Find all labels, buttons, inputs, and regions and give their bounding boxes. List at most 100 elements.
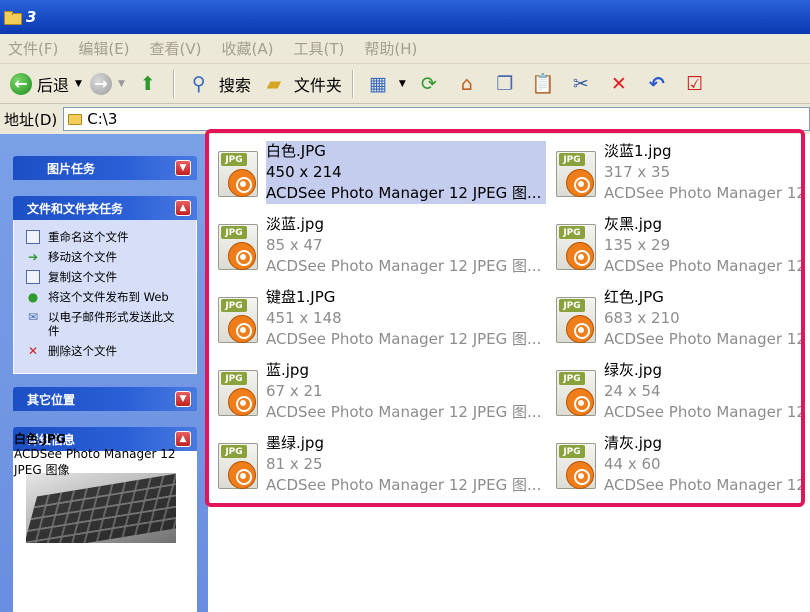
- file-item[interactable]: JPG 淡蓝1.jpg 317 x 35 ACDSee Photo Manage…: [552, 141, 804, 207]
- file-type: ACDSee Photo Manager 12 JPEG 图...: [266, 257, 542, 275]
- file-item[interactable]: JPG 红色.JPG 683 x 210 ACDSee Photo Manage…: [552, 287, 804, 353]
- address-label: 地址(D): [4, 110, 58, 129]
- file-dimensions: 85 x 47: [266, 236, 323, 254]
- paste-icon: 📋: [530, 73, 555, 95]
- file-name: 红色.JPG: [604, 288, 664, 306]
- task-rename[interactable]: 重命名这个文件: [26, 230, 196, 244]
- title-bar[interactable]: 3: [0, 0, 810, 34]
- task-move[interactable]: ➔ 移动这个文件: [26, 250, 196, 264]
- file-tasks-title: 文件和文件夹任务: [27, 201, 124, 216]
- file-type: ACDSee Photo Manager 12: [604, 257, 804, 275]
- back-dropdown-icon[interactable]: ▼: [75, 79, 82, 89]
- sync-button[interactable]: ⟳: [410, 69, 448, 99]
- task-label: 移动这个文件: [48, 250, 117, 264]
- menu-bar: 文件(F) 编辑(E) 查看(V) 收藏(A) 工具(T) 帮助(H): [0, 34, 810, 64]
- copy-icon: [26, 270, 40, 284]
- other-places-header[interactable]: 其它位置 ▼: [13, 387, 197, 411]
- up-folder-button[interactable]: ⬆: [129, 69, 167, 99]
- file-item[interactable]: JPG 清灰.jpg 44 x 60 ACDSee Photo Manager …: [552, 433, 804, 499]
- back-button[interactable]: ← 后退 ▼: [6, 69, 86, 99]
- file-name: 淡蓝1.jpg: [604, 142, 672, 160]
- file-type: ACDSee Photo Manager 12 JPEG 图...: [266, 330, 542, 348]
- file-item[interactable]: JPG 淡蓝.jpg 85 x 47 ACDSee Photo Manager …: [214, 214, 544, 280]
- jpg-file-icon: JPG: [556, 370, 598, 418]
- folders-button[interactable]: ▰ 文件夹: [255, 69, 346, 99]
- search-button[interactable]: ⚲ 搜索: [180, 69, 255, 99]
- delete-button[interactable]: ✕: [600, 69, 638, 99]
- paste-button[interactable]: 📋: [524, 69, 562, 99]
- delete-x-icon: ✕: [610, 72, 627, 95]
- file-item[interactable]: JPG 墨绿.jpg 81 x 25 ACDSee Photo Manager …: [214, 433, 544, 499]
- file-item[interactable]: JPG 白色.JPG 450 x 214 ACDSee Photo Manage…: [214, 141, 546, 207]
- jpg-file-icon: JPG: [556, 151, 598, 199]
- toolbar-separator: [172, 69, 174, 98]
- address-input[interactable]: C:\3: [63, 107, 810, 131]
- task-delete[interactable]: ✕ 删除这个文件: [26, 344, 196, 358]
- copy-to-button[interactable]: ❐: [486, 69, 524, 99]
- email-icon: ✉: [27, 310, 39, 324]
- file-type: ACDSee Photo Manager 12 JPEG 图...: [266, 184, 542, 202]
- sync-icon: ⟳: [420, 72, 437, 95]
- file-name: 淡蓝.jpg: [266, 215, 324, 233]
- file-dimensions: 135 x 29: [604, 236, 671, 254]
- home-button[interactable]: ⌂: [448, 69, 486, 99]
- forward-button[interactable]: → ▼: [86, 69, 129, 99]
- file-name: 墨绿.jpg: [266, 434, 324, 452]
- file-label: 清灰.jpg 44 x 60 ACDSee Photo Manager 12: [604, 433, 804, 496]
- task-copy[interactable]: 复制这个文件: [26, 270, 196, 284]
- folders-label: 文件夹: [293, 75, 342, 95]
- jpg-file-icon: JPG: [218, 151, 260, 199]
- file-name: 白色.JPG: [266, 142, 326, 160]
- expand-chevron-icon[interactable]: ▼: [175, 160, 191, 176]
- task-pane: 图片任务 ▼ 文件和文件夹任务 ▲ 重命名这个文件 ➔ 移动这个文件 复制这个文…: [0, 134, 208, 612]
- jpg-file-icon: JPG: [218, 297, 260, 345]
- views-dropdown-icon[interactable]: ▼: [399, 79, 406, 89]
- jpg-file-icon: JPG: [218, 443, 260, 491]
- file-item[interactable]: JPG 蓝.jpg 67 x 21 ACDSee Photo Manager 1…: [214, 360, 544, 426]
- task-publish-web[interactable]: ● 将这个文件发布到 Web: [26, 290, 196, 304]
- task-label: 重命名这个文件: [48, 230, 129, 244]
- move-icon: ➔: [27, 250, 39, 264]
- file-name: 键盘1.JPG: [266, 288, 336, 306]
- other-places-title: 其它位置: [27, 392, 76, 407]
- search-icon: ⚲: [191, 72, 206, 95]
- properties-button[interactable]: ☑: [676, 69, 714, 99]
- menu-favorites[interactable]: 收藏(A): [222, 38, 274, 59]
- menu-tools[interactable]: 工具(T): [293, 38, 344, 59]
- file-label: 白色.JPG 450 x 214 ACDSee Photo Manager 12…: [266, 141, 546, 204]
- file-type: ACDSee Photo Manager 12: [604, 403, 804, 421]
- file-tasks-body: 重命名这个文件 ➔ 移动这个文件 复制这个文件 ● 将这个文件发布到 Web ✉…: [13, 220, 197, 374]
- expand-chevron-icon[interactable]: ▼: [175, 391, 191, 407]
- details-file-type: ACDSee Photo Manager 12 JPEG 图像: [14, 447, 176, 477]
- back-arrow-icon: ←: [10, 72, 32, 95]
- views-button[interactable]: ▦ ▼: [359, 69, 410, 99]
- folders-icon: ▰: [266, 72, 282, 95]
- menu-edit[interactable]: 编辑(E): [78, 38, 129, 59]
- task-label: 删除这个文件: [48, 344, 117, 358]
- file-type: ACDSee Photo Manager 12 JPEG 图...: [266, 403, 542, 421]
- file-dimensions: 81 x 25: [266, 455, 323, 473]
- file-label: 灰黑.jpg 135 x 29 ACDSee Photo Manager 12: [604, 214, 804, 277]
- file-item[interactable]: JPG 灰黑.jpg 135 x 29 ACDSee Photo Manager…: [552, 214, 804, 280]
- file-dimensions: 44 x 60: [604, 455, 661, 473]
- menu-help[interactable]: 帮助(H): [364, 38, 417, 59]
- views-grid-icon: ▦: [368, 72, 387, 95]
- collapse-chevron-icon[interactable]: ▲: [175, 200, 191, 216]
- folder-icon: [68, 113, 83, 125]
- window-title: 3: [26, 8, 37, 26]
- forward-dropdown-icon[interactable]: ▼: [118, 79, 125, 89]
- collapse-chevron-icon[interactable]: ▲: [175, 431, 191, 447]
- file-item[interactable]: JPG 键盘1.JPG 451 x 148 ACDSee Photo Manag…: [214, 287, 544, 353]
- cut-button[interactable]: ✂: [562, 69, 600, 99]
- menu-file[interactable]: 文件(F): [8, 38, 58, 59]
- jpg-file-icon: JPG: [556, 443, 598, 491]
- picture-tasks-header[interactable]: 图片任务 ▼: [13, 156, 197, 180]
- menu-view[interactable]: 查看(V): [150, 38, 202, 59]
- file-tasks-header[interactable]: 文件和文件夹任务 ▲: [13, 196, 197, 220]
- task-email[interactable]: ✉ 以电子邮件形式发送此文件: [26, 310, 176, 338]
- undo-button[interactable]: ↶: [638, 69, 676, 99]
- file-name: 绿灰.jpg: [604, 361, 662, 379]
- file-item[interactable]: JPG 绿灰.jpg 24 x 54 ACDSee Photo Manager …: [552, 360, 804, 426]
- file-dimensions: 450 x 214: [266, 163, 342, 181]
- file-label: 墨绿.jpg 81 x 25 ACDSee Photo Manager 12 J…: [266, 433, 546, 496]
